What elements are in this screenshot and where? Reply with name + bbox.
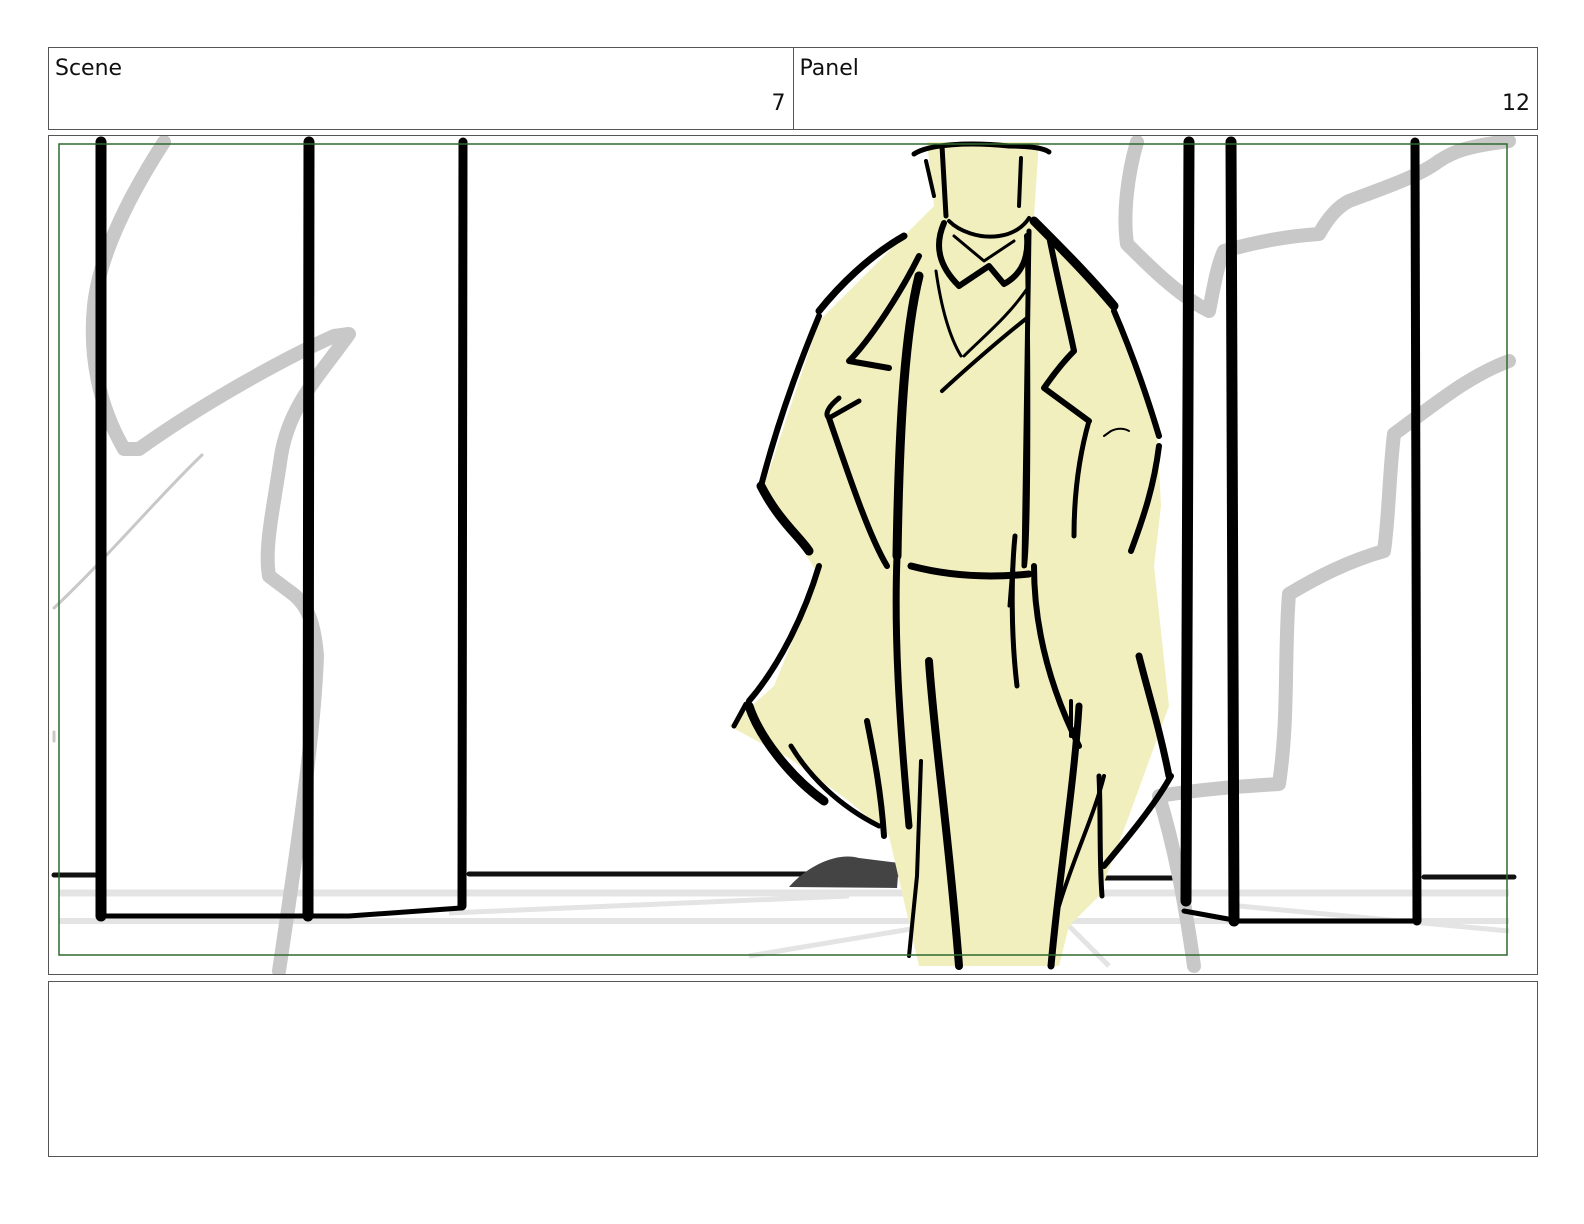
scene-label: Scene (55, 56, 123, 81)
coat-figure (729, 141, 1174, 970)
notes-box[interactable] (48, 981, 1538, 1157)
panel-image-frame (48, 135, 1538, 975)
storyboard-sketch (51, 136, 1517, 974)
scene-number: 7 (771, 91, 786, 116)
scene-cell: Scene 7 (49, 48, 793, 129)
safe-area-frame (58, 143, 1508, 956)
shoe-shadow (789, 856, 899, 888)
panel-label: Panel (799, 56, 859, 81)
storyboard-header: Scene 7 Panel 12 (48, 47, 1538, 130)
floor-baseline (51, 871, 1517, 881)
panel-number: 12 (1502, 91, 1530, 116)
panel-cell: Panel 12 (792, 48, 1538, 129)
